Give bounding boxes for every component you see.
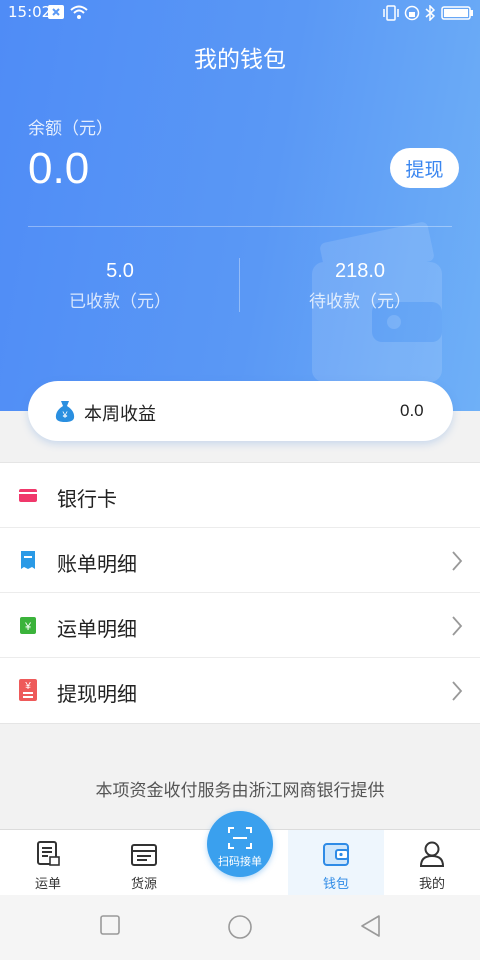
tab-wallet[interactable]: 钱包 (288, 830, 384, 896)
svg-text:¥: ¥ (24, 621, 32, 633)
scan-order-button[interactable]: 扫码接单 (207, 811, 273, 877)
received-label: 已收款（元） (69, 292, 171, 312)
chevron-right-icon (452, 551, 463, 571)
waybill-icon: ¥ (20, 617, 36, 634)
vibrate-icon (383, 5, 399, 21)
withdraw-record-icon: ¥ (19, 679, 37, 701)
pending-stat: 218.0 待收款（元） (260, 260, 460, 312)
header-divider (28, 226, 452, 227)
balance-label: 余额（元） (28, 119, 113, 139)
page-title: 我的钱包 (194, 47, 286, 73)
rotation-lock-icon (404, 5, 420, 21)
waybill-tab-icon (37, 841, 60, 866)
service-provider-note: 本项资金收付服务由浙江网商银行提供 (95, 781, 385, 801)
bill-icon (21, 551, 35, 569)
svg-text:¥: ¥ (24, 681, 31, 692)
system-nav-bar (0, 895, 480, 960)
money-bag-icon: ¥ (55, 401, 75, 422)
pending-label: 待收款（元） (309, 292, 411, 312)
wifi-icon (70, 5, 88, 19)
pending-value: 218.0 (334, 260, 386, 282)
menu-item-bank-card[interactable]: 银行卡 (0, 463, 480, 528)
wallet-header: 15:02 我的钱包 余额（元） 0.0 提现 5.0 已收款（元） 218.0… (0, 0, 480, 411)
balance-value: 0.0 (28, 144, 90, 193)
menu-item-waybill-details[interactable]: ¥ 运单明细 (0, 593, 480, 658)
weekly-earnings-value: 0.0 (400, 401, 424, 420)
bluetooth-icon (425, 5, 435, 21)
back-icon[interactable] (360, 915, 380, 937)
home-icon[interactable] (228, 915, 252, 939)
bank-card-icon (19, 489, 37, 502)
received-stat: 5.0 已收款（元） (20, 260, 220, 312)
weekly-earnings-label: 本周收益 (84, 404, 156, 425)
tab-label: 钱包 (322, 877, 349, 892)
tab-label: 货源 (130, 877, 157, 892)
menu-item-label: 银行卡 (57, 487, 117, 511)
svg-text:¥: ¥ (61, 410, 68, 420)
scan-order-label: 扫码接单 (218, 855, 262, 868)
wallet-icon (323, 843, 349, 866)
tab-waybill[interactable]: 运单 (0, 830, 96, 896)
battery-icon (441, 6, 473, 20)
tab-cargo-source[interactable]: 货源 (96, 830, 192, 896)
received-value: 5.0 (106, 260, 134, 282)
cargo-source-icon (131, 844, 157, 866)
tab-label: 我的 (418, 877, 445, 892)
tab-label: 运单 (34, 877, 61, 892)
chevron-right-icon (452, 681, 463, 701)
status-bar: 15:02 (0, 0, 480, 26)
menu-item-withdraw-details[interactable]: ¥ 提现明细 (0, 658, 480, 723)
status-time: 15:02 (8, 3, 52, 21)
stat-divider (239, 258, 240, 312)
recent-apps-icon[interactable] (100, 915, 120, 935)
scan-icon (228, 827, 252, 849)
menu-item-label: 运单明细 (57, 617, 137, 641)
weekly-earnings-card[interactable]: ¥ 本周收益 0.0 (28, 381, 453, 441)
menu-item-bill-details[interactable]: 账单明细 (0, 528, 480, 593)
withdraw-button[interactable]: 提现 (390, 148, 459, 188)
menu-item-label: 提现明细 (57, 682, 137, 706)
menu-item-label: 账单明细 (57, 552, 137, 576)
profile-icon (419, 841, 445, 867)
wallet-menu: 银行卡 账单明细 ¥ 运单明细 ¥ 提现明细 (0, 462, 480, 724)
notification-x-icon (48, 5, 64, 19)
chevron-right-icon (452, 616, 463, 636)
tab-profile[interactable]: 我的 (384, 830, 480, 896)
